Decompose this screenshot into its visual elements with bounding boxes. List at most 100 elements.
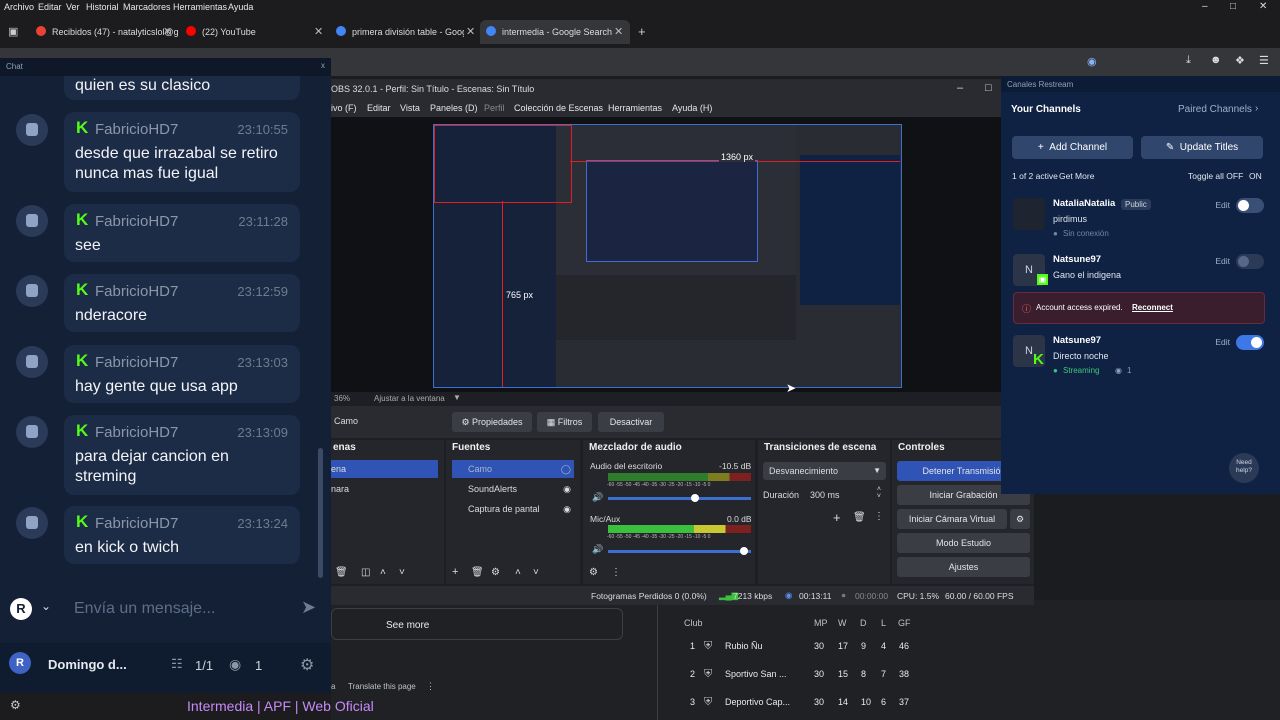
- globe-icon[interactable]: ◉: [1087, 55, 1097, 68]
- tab-google-search[interactable]: intermedia - Google Search ✕: [480, 20, 630, 44]
- add-icon[interactable]: +: [833, 510, 841, 525]
- new-tab-icon[interactable]: +: [638, 24, 646, 39]
- eye-icon[interactable]: ◉: [563, 500, 571, 518]
- move-down-icon[interactable]: ˅: [399, 567, 405, 578]
- obs-menu-scene-collection[interactable]: Colección de Escenas: [514, 103, 603, 113]
- more-options-icon[interactable]: ⋮: [874, 511, 884, 522]
- maximize-icon[interactable]: □: [985, 82, 992, 94]
- update-titles-button[interactable]: ✎ Update Titles: [1141, 136, 1263, 159]
- table-row[interactable]: 2 ⛨ Sportivo San ... 30 15 8 7 38: [658, 666, 938, 690]
- edit-link[interactable]: Edit: [1215, 337, 1230, 347]
- menu-editar[interactable]: Editar: [38, 2, 62, 12]
- volume-slider[interactable]: [608, 550, 751, 553]
- minimize-icon[interactable]: –: [957, 82, 963, 94]
- message-user[interactable]: FabricioHD7: [95, 354, 178, 371]
- trash-icon[interactable]: 🗑: [335, 567, 348, 578]
- volume-icon[interactable]: 🔊: [592, 544, 603, 555]
- disable-button[interactable]: Desactivar: [598, 412, 664, 432]
- obs-menu-help[interactable]: Ayuda (H): [672, 103, 712, 113]
- see-more-box[interactable]: See more: [331, 608, 623, 640]
- obs-menu-profile[interactable]: Perfil: [484, 103, 505, 113]
- channel-toggle[interactable]: [1236, 198, 1264, 213]
- transition-select[interactable]: Desvanecimiento ▼: [763, 462, 886, 480]
- stepper-icon[interactable]: ˄ ˅: [877, 486, 881, 500]
- menu-ver[interactable]: Ver: [66, 2, 80, 12]
- edit-link[interactable]: Edit: [1215, 200, 1230, 210]
- message-user[interactable]: FabricioHD7: [95, 515, 178, 532]
- volume-icon[interactable]: 🔊: [592, 492, 603, 503]
- properties-button[interactable]: ⚙ Propiedades: [452, 412, 532, 432]
- channel-row[interactable]: N K Natsune97 Directo noche ● Streaming …: [1013, 335, 1268, 379]
- source-item[interactable]: Camo ◯: [452, 460, 574, 478]
- eye-icon[interactable]: ◉: [563, 480, 571, 498]
- message-input[interactable]: Envía un mensaje...: [74, 600, 215, 618]
- menu-historial[interactable]: Historial: [86, 2, 119, 12]
- chevron-down-icon[interactable]: ⌄: [41, 599, 51, 613]
- volume-knob[interactable]: [691, 494, 699, 502]
- studio-mode-button[interactable]: Modo Estudio: [897, 533, 1030, 553]
- menu-marcadores[interactable]: Marcadores: [123, 2, 171, 12]
- obs-menu-file[interactable]: ivo (F): [331, 103, 357, 113]
- gear-icon[interactable]: ⚙: [589, 567, 598, 578]
- channel-toggle[interactable]: [1236, 335, 1264, 350]
- close-window-icon[interactable]: ✕: [1259, 1, 1267, 12]
- table-row[interactable]: 3 ⛨ Deportivo Cap... 30 14 10 6 37: [658, 694, 938, 718]
- fit-window-label[interactable]: Ajustar a la ventana: [374, 394, 445, 403]
- need-help-button[interactable]: Need help?: [1229, 453, 1259, 483]
- duration-input[interactable]: 300 ms ˄ ˅: [804, 486, 886, 504]
- trash-icon[interactable]: 🗑: [853, 512, 866, 523]
- source-item[interactable]: Captura de pantal ◉: [452, 500, 574, 518]
- close-tab-icon[interactable]: ✕: [314, 25, 323, 38]
- volume-knob[interactable]: [740, 547, 748, 555]
- minimize-icon[interactable]: –: [1202, 1, 1208, 12]
- message-user[interactable]: FabricioHD7: [95, 283, 178, 300]
- tab-list-icon[interactable]: ▣: [8, 25, 18, 38]
- menu-archivo[interactable]: Archivo: [4, 2, 34, 12]
- settings-button[interactable]: Ajustes: [897, 557, 1030, 577]
- account-icon[interactable]: ☻: [1210, 54, 1222, 66]
- tab-youtube[interactable]: (22) YouTube ✕: [180, 20, 330, 44]
- add-channel-button[interactable]: + Add Channel: [1012, 136, 1133, 159]
- message-user[interactable]: FabricioHD7: [95, 121, 178, 138]
- move-down-icon[interactable]: ˅: [533, 567, 539, 578]
- scene-item[interactable]: ena: [331, 460, 438, 478]
- close-icon[interactable]: x: [321, 61, 325, 70]
- source-item[interactable]: SoundAlerts ◉: [452, 480, 574, 498]
- result-link[interactable]: Intermedia | APF | Web Oficial: [187, 698, 374, 714]
- scrollbar[interactable]: [318, 448, 323, 578]
- paired-channels-link[interactable]: Paired Channels: [1178, 104, 1252, 115]
- channel-row[interactable]: N ▣ Natsune97 Gano el indigena Edit: [1013, 254, 1268, 288]
- gear-icon[interactable]: ⚙: [491, 567, 500, 578]
- chevron-right-icon[interactable]: ›: [1255, 103, 1258, 114]
- toggle-all-on[interactable]: ON: [1249, 171, 1262, 181]
- obs-menu-edit[interactable]: Editar: [367, 103, 391, 113]
- virtual-camera-settings[interactable]: ⚙: [1010, 509, 1030, 529]
- menu-icon[interactable]: ☰: [1259, 54, 1269, 67]
- gear-icon[interactable]: ⚙: [300, 655, 314, 675]
- obs-menu-docks[interactable]: Paneles (D): [430, 103, 478, 113]
- preview-canvas[interactable]: 1360 px 765 px: [433, 124, 902, 388]
- filters-button[interactable]: ▦ Filtros: [537, 412, 592, 432]
- download-icon[interactable]: ⤓: [1186, 54, 1191, 67]
- edit-link[interactable]: Edit: [1215, 256, 1230, 266]
- obs-menu-tools[interactable]: Herramientas: [608, 103, 662, 113]
- reconnect-link[interactable]: Reconnect: [1132, 303, 1173, 312]
- close-tab-icon[interactable]: ✕: [466, 25, 475, 38]
- move-up-icon[interactable]: ˄: [515, 567, 521, 578]
- filter-icon[interactable]: ◫: [361, 567, 370, 578]
- zoom-level[interactable]: 36%: [334, 394, 350, 403]
- message-user[interactable]: FabricioHD7: [95, 213, 178, 230]
- get-more-link[interactable]: Get More: [1059, 171, 1094, 181]
- move-up-icon[interactable]: ˄: [380, 567, 386, 578]
- see-more-link[interactable]: See more: [386, 620, 429, 631]
- translate-link[interactable]: Translate this page: [348, 682, 416, 691]
- restream-logo-icon[interactable]: R: [10, 598, 32, 620]
- send-icon[interactable]: ➤: [301, 597, 316, 618]
- channel-row[interactable]: NataliaNatalia Public pirdimus ● Sin con…: [1013, 198, 1268, 242]
- more-options-icon[interactable]: ⋮: [426, 681, 435, 692]
- virtual-camera-button[interactable]: Iniciar Cámara Virtual: [897, 509, 1007, 529]
- close-tab-icon[interactable]: ✕: [614, 25, 623, 38]
- settings-icon[interactable]: ⚙: [10, 698, 21, 712]
- menu-herramientas[interactable]: Herramientas: [173, 2, 227, 12]
- chevron-down-icon[interactable]: ▼: [453, 393, 461, 402]
